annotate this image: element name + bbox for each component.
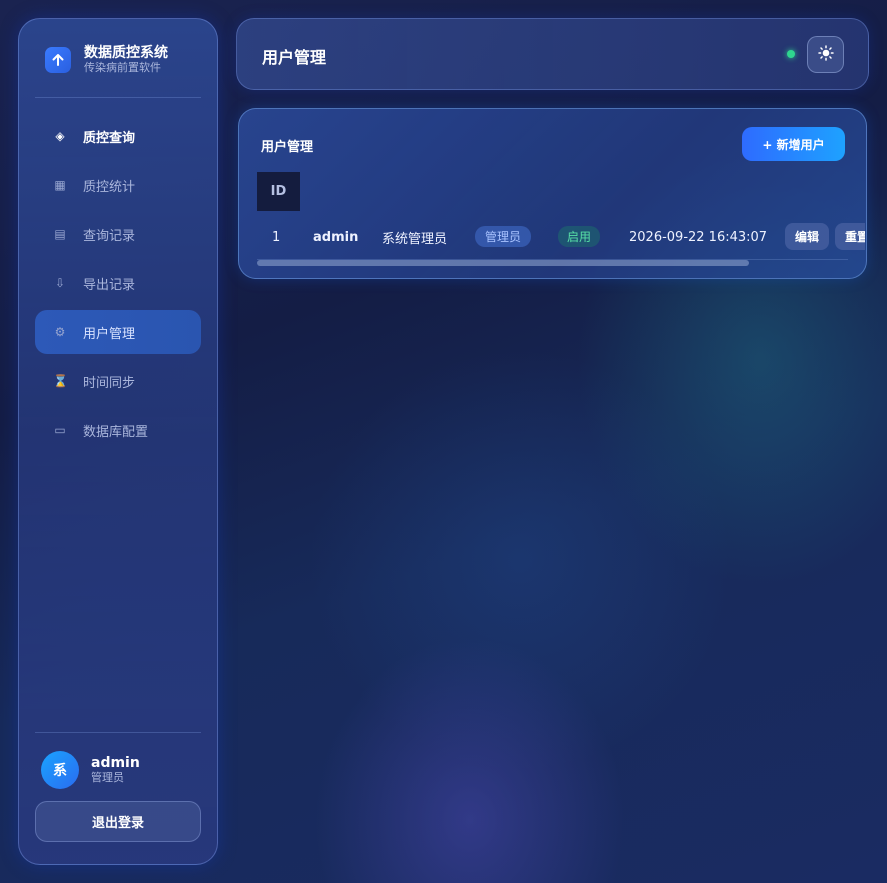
- sidebar-item-qc-query[interactable]: ◈ 质控查询: [35, 114, 201, 158]
- sidebar-item-label: 时间同步: [83, 375, 136, 391]
- sidebar-item-query-records[interactable]: ▤ 查询记录: [35, 212, 201, 256]
- app-title: 数据质控系统: [84, 45, 168, 61]
- gear-icon: ⚙: [54, 325, 66, 339]
- reset-button[interactable]: 重置: [835, 223, 865, 250]
- cell-id: 1: [272, 229, 281, 245]
- cell-display-name: 系统管理员: [382, 231, 448, 247]
- sun-icon: [817, 44, 834, 65]
- theme-toggle-button[interactable]: [807, 36, 844, 73]
- status-badge: 启用: [558, 226, 601, 247]
- card-title: 用户管理: [261, 140, 314, 155]
- list-icon: ▤: [54, 227, 66, 241]
- horizontal-scrollbar[interactable]: [257, 260, 849, 266]
- page-title: 用户管理: [262, 48, 327, 67]
- table-row: 1 admin 系统管理员 管理员 启用 2026-09-22 16:43:07…: [239, 222, 866, 252]
- sidebar-nav: ◈ 质控查询 ▦ 质控统计 ▤ 查询记录 ⇩ 导出记录 ⚙ 用户管理 ⌛ 时间同…: [35, 114, 201, 457]
- user-name: admin: [91, 755, 140, 771]
- status-indicator: [787, 50, 795, 58]
- sidebar-item-user-management[interactable]: ⚙ 用户管理: [35, 310, 201, 354]
- user-management-card: 用户管理 + 新增用户 ID 1 admin 系统管理员 管理员 启用 2026…: [238, 108, 867, 279]
- sidebar-item-label: 导出记录: [83, 277, 136, 293]
- sidebar-item-label: 用户管理: [83, 326, 136, 342]
- sidebar-item-time-sync[interactable]: ⌛ 时间同步: [35, 359, 201, 403]
- edit-button[interactable]: 编辑: [785, 223, 830, 250]
- download-arrow-icon: ⇩: [54, 276, 66, 290]
- app-subtitle: 传染病前置软件: [84, 61, 161, 74]
- grid-icon: ▦: [54, 178, 66, 192]
- logout-button[interactable]: 退出登录: [35, 801, 201, 842]
- brand[interactable]: 数据质控系统 传染病前置软件: [45, 45, 168, 75]
- sidebar-divider: [35, 97, 201, 98]
- diamond-icon: ◈: [55, 129, 65, 143]
- user-role: 管理员: [91, 771, 124, 784]
- sidebar-item-label: 查询记录: [83, 228, 136, 244]
- scrollbar-thumb[interactable]: [257, 260, 749, 266]
- user-info: 系 admin 管理员: [41, 751, 140, 789]
- column-header-id[interactable]: ID: [257, 172, 300, 211]
- top-header: 用户管理: [236, 18, 869, 90]
- avatar: 系: [41, 751, 79, 789]
- cell-username: admin: [313, 229, 359, 245]
- role-badge: 管理员: [475, 226, 532, 247]
- sidebar-item-label: 数据库配置: [83, 424, 149, 440]
- arrow-up-icon: [45, 47, 71, 73]
- sidebar-footer-divider: [35, 732, 201, 733]
- sidebar-item-db-config[interactable]: ▭ 数据库配置: [35, 408, 201, 452]
- sidebar-item-qc-stats[interactable]: ▦ 质控统计: [35, 163, 201, 207]
- add-user-button[interactable]: + 新增用户: [742, 127, 845, 161]
- sidebar-item-export-records[interactable]: ⇩ 导出记录: [35, 261, 201, 305]
- hourglass-icon: ⌛: [53, 374, 68, 388]
- database-icon: ▭: [54, 423, 66, 437]
- sidebar-item-label: 质控统计: [83, 179, 136, 195]
- sidebar: 数据质控系统 传染病前置软件 ◈ 质控查询 ▦ 质控统计 ▤ 查询记录 ⇩ 导出…: [18, 18, 218, 865]
- cell-created-at: 2026-09-22 16:43:07: [629, 229, 768, 245]
- sidebar-item-label: 质控查询: [83, 130, 136, 146]
